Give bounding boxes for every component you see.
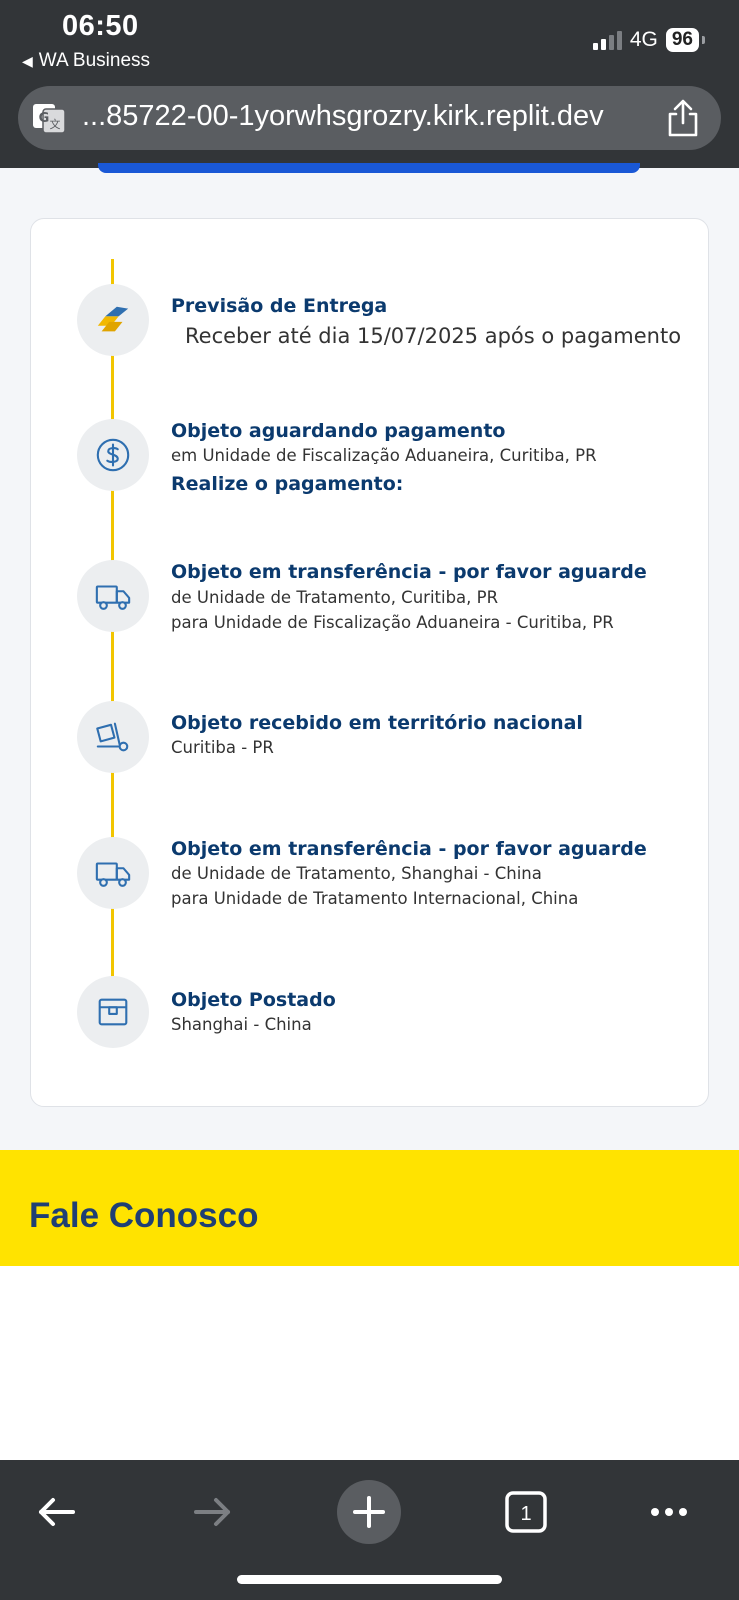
address-bar[interactable]: G 文 ...85722-00-1yorwhsgrozry.kirk.repli…: [18, 86, 721, 150]
svg-text:G: G: [39, 111, 50, 126]
new-tab-button[interactable]: [337, 1480, 401, 1544]
translate-icon[interactable]: G 文: [32, 101, 66, 135]
step-title: Previsão de Entrega: [171, 295, 388, 317]
step-detail: Curitiba - PR: [171, 738, 274, 757]
url-text[interactable]: ...85722-00-1yorwhsgrozry.kirk.replit.de…: [82, 100, 604, 133]
plus-icon: [353, 1496, 385, 1528]
correios-logo-icon: [77, 284, 149, 356]
step-detail: de Unidade de Tratamento, Shanghai - Chi…: [171, 864, 542, 883]
step-detail: para Unidade de Tratamento Internacional…: [171, 889, 579, 908]
back-button[interactable]: [25, 1480, 89, 1544]
box-icon: [77, 976, 149, 1048]
status-time: 06:50: [62, 10, 139, 42]
step-title: Objeto aguardando pagamento: [171, 420, 506, 442]
home-indicator: [237, 1575, 502, 1584]
blue-button-edge[interactable]: [98, 163, 640, 173]
payment-prompt: Realize o pagamento:: [171, 473, 404, 495]
step-detail: de Unidade de Tratamento, Curitiba, PR: [171, 588, 499, 607]
status-indicators: 4G 96: [592, 28, 706, 52]
step-detail: em Unidade de Fiscalização Aduaneira, Cu…: [171, 446, 597, 465]
step-detail: Shanghai - China: [171, 1015, 312, 1034]
step-title: Objeto recebido em território nacional: [171, 712, 583, 734]
battery-level: 96: [665, 28, 706, 52]
contact-title[interactable]: Fale Conosco: [29, 1196, 258, 1236]
tracking-card: Previsão de Entrega Receber até dia 15/0…: [30, 218, 709, 1107]
dollar-icon: [77, 419, 149, 491]
tabs-icon: 1: [505, 1491, 547, 1533]
back-to-app-link[interactable]: ◀ WA Business: [22, 50, 150, 72]
step-detail: Receber até dia 15/07/2025 após o pagame…: [185, 324, 682, 348]
tab-count: 1: [520, 1503, 531, 1525]
tabs-button[interactable]: 1: [494, 1480, 558, 1544]
step-title: Objeto Postado: [171, 989, 336, 1011]
truck-icon: [77, 560, 149, 632]
share-icon[interactable]: [665, 98, 701, 138]
arrow-right-icon: [194, 1498, 230, 1526]
step-title: Objeto em transferência - por favor agua…: [171, 561, 647, 583]
back-app-label: WA Business: [38, 50, 151, 71]
truck-icon: [77, 837, 149, 909]
step-detail: para Unidade de Fiscalização Aduaneira -…: [171, 613, 614, 632]
page-bottom-area: [0, 1266, 739, 1460]
network-type: 4G: [629, 28, 658, 51]
signal-icon: [592, 30, 622, 50]
forward-button[interactable]: [180, 1480, 244, 1544]
hand-truck-icon: [77, 701, 149, 773]
more-menu-button[interactable]: [637, 1480, 701, 1544]
step-title: Objeto em transferência - por favor agua…: [171, 838, 647, 860]
back-triangle-icon: ◀: [22, 52, 33, 69]
browser-top-bar: 06:50 ◀ WA Business 4G 96 G 文 ...85722-0…: [0, 0, 739, 168]
more-icon: [651, 1508, 687, 1516]
svg-text:文: 文: [50, 117, 61, 131]
arrow-left-icon: [39, 1498, 75, 1526]
